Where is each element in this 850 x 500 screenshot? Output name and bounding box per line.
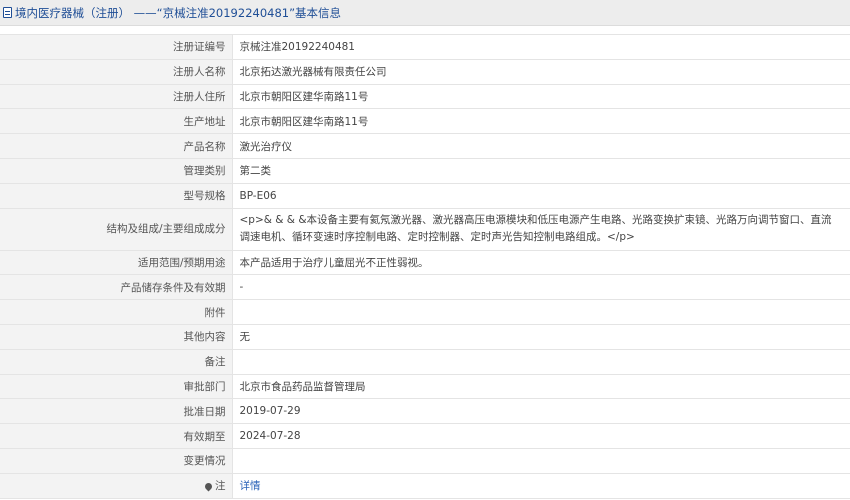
row-value: 北京市朝阳区建华南路11号 (232, 108, 850, 135)
row-label: 产品名称 (0, 133, 233, 159)
table-row: 结构及组成/主要组成成分 <p>& & & &本设备主要有氦氖激光器、激光器高压… (0, 207, 850, 251)
table-row: 其他内容 无 (0, 323, 850, 350)
row-value: BP-E06 (232, 182, 850, 209)
table-row: 注册人名称 北京拓达激光器械有限责任公司 (0, 58, 850, 85)
row-label: 变更情况 (0, 447, 233, 474)
details-link[interactable]: 详情 (240, 480, 261, 492)
row-label: 有效期至 (0, 423, 233, 449)
table-row: 产品储存条件及有效期 - (0, 274, 850, 301)
row-label: 型号规格 (0, 182, 233, 209)
table-row: 管理类别 第二类 (0, 157, 850, 184)
table-row: 批准日期 2019-07-29 (0, 398, 850, 425)
row-label: 注册人名称 (0, 58, 233, 85)
row-label: 适用范围/预期用途 (0, 249, 233, 276)
row-value: 本产品适用于治疗儿童屈光不正性弱视。 (232, 249, 850, 276)
row-value: 无 (232, 323, 850, 350)
row-label: 附件 (0, 299, 233, 325)
row-value: <p>& & & &本设备主要有氦氖激光器、激光器高压电源模块和低压电源产生电路… (232, 207, 850, 251)
table-row: 型号规格 BP-E06 (0, 182, 850, 209)
row-value: 北京市朝阳区建华南路11号 (232, 83, 850, 110)
table-row: 注册证编号 京械注准20192240481 (0, 34, 850, 60)
document-icon (3, 7, 12, 18)
row-value: 北京拓达激光器械有限责任公司 (232, 58, 850, 85)
table-row: 注 详情 (0, 472, 850, 499)
table-row: 备注 (0, 348, 850, 375)
row-label: 备注 (0, 348, 233, 375)
row-label: 管理类别 (0, 157, 233, 184)
row-value: 激光治疗仪 (232, 133, 850, 159)
row-value (232, 348, 850, 375)
table-row: 有效期至 2024-07-28 (0, 423, 850, 449)
table-row: 注册人住所 北京市朝阳区建华南路11号 (0, 83, 850, 110)
row-value: 详情 (232, 472, 850, 499)
row-label: 结构及组成/主要组成成分 (0, 207, 233, 251)
table-row: 审批部门 北京市食品药品监督管理局 (0, 373, 850, 400)
page-title-bar: 境内医疗器械（注册） ——“京械注准20192240481”基本信息 (0, 0, 850, 26)
page-title: 境内医疗器械（注册） ——“京械注准20192240481”基本信息 (15, 5, 342, 20)
row-value (232, 447, 850, 474)
row-value: 北京市食品药品监督管理局 (232, 373, 850, 400)
row-label: 注册证编号 (0, 34, 233, 60)
table-row: 产品名称 激光治疗仪 (0, 133, 850, 159)
note-label: 注 (215, 480, 226, 493)
row-value: 2024-07-28 (232, 423, 850, 449)
row-label: 注册人住所 (0, 83, 233, 110)
table-row: 适用范围/预期用途 本产品适用于治疗儿童屈光不正性弱视。 (0, 249, 850, 276)
info-table: 注册证编号 京械注准20192240481 注册人名称 北京拓达激光器械有限责任… (0, 34, 850, 499)
table-row: 附件 (0, 299, 850, 325)
pin-icon (203, 481, 214, 492)
row-label: 产品储存条件及有效期 (0, 274, 233, 301)
row-value: - (232, 274, 850, 301)
row-label: 注 (0, 472, 233, 499)
row-value: 2019-07-29 (232, 398, 850, 425)
row-label: 批准日期 (0, 398, 233, 425)
row-value: 第二类 (232, 157, 850, 184)
row-value: 京械注准20192240481 (232, 34, 850, 60)
row-label: 其他内容 (0, 323, 233, 350)
row-label: 审批部门 (0, 373, 233, 400)
row-value (232, 299, 850, 325)
table-row: 生产地址 北京市朝阳区建华南路11号 (0, 108, 850, 135)
row-label: 生产地址 (0, 108, 233, 135)
table-row: 变更情况 (0, 447, 850, 474)
